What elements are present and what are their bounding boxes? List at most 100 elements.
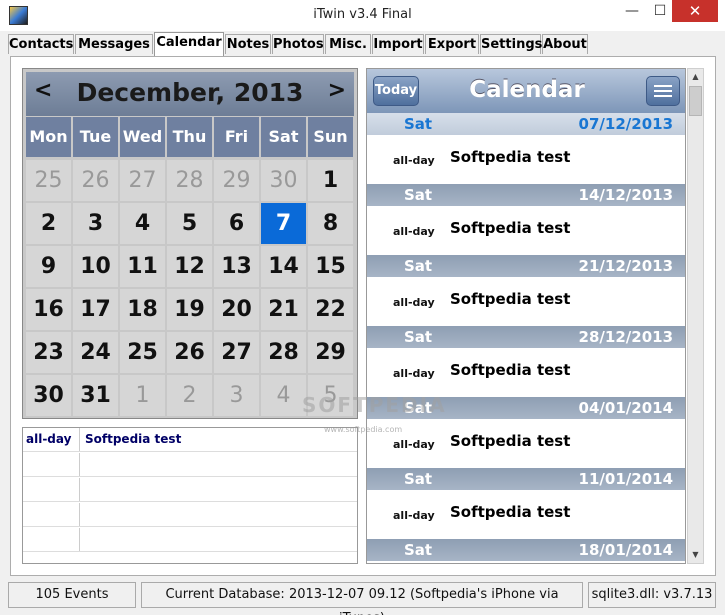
- day-cell[interactable]: 28: [261, 332, 306, 373]
- agenda-allday-label: all-day: [393, 509, 435, 522]
- day-cell[interactable]: 2: [167, 375, 212, 416]
- day-cell[interactable]: 17: [73, 289, 118, 330]
- agenda-date-header: Sat 07/12/2013: [367, 113, 685, 135]
- tab-contacts[interactable]: Contacts: [8, 34, 74, 54]
- day-cell[interactable]: 30: [26, 375, 71, 416]
- day-cell[interactable]: 6: [214, 203, 259, 244]
- event-time-cell: [23, 503, 80, 526]
- agenda-event-item[interactable]: all-day Softpedia test: [367, 419, 685, 468]
- day-cell[interactable]: 4: [120, 203, 165, 244]
- day-cell[interactable]: 27: [214, 332, 259, 373]
- close-button[interactable]: ✕: [672, 0, 718, 22]
- tab-about[interactable]: About: [542, 34, 588, 54]
- agenda-event-item[interactable]: all-day Softpedia test: [367, 277, 685, 326]
- agenda-event-title: Softpedia test: [450, 290, 571, 308]
- event-time-cell: all-day: [23, 428, 80, 451]
- agenda-section: Sat 11/01/2014 all-day Softpedia test: [367, 468, 685, 539]
- table-row[interactable]: [23, 478, 357, 502]
- tab-photos[interactable]: Photos: [272, 34, 324, 54]
- agenda-section: Sat 28/12/2013 all-day Softpedia test: [367, 326, 685, 397]
- agenda-date-header: Sat 14/12/2013: [367, 184, 685, 206]
- hamburger-menu-icon[interactable]: [646, 76, 680, 106]
- day-cell[interactable]: 1: [308, 160, 353, 201]
- scroll-down-arrow-icon[interactable]: ▼: [688, 547, 703, 563]
- day-cell[interactable]: 28: [167, 160, 212, 201]
- tab-export[interactable]: Export: [425, 34, 479, 54]
- day-cell[interactable]: 18: [120, 289, 165, 330]
- day-cell[interactable]: 13: [214, 246, 259, 287]
- agenda-event-title: Softpedia test: [450, 503, 571, 521]
- agenda-date: 21/12/2013: [578, 257, 673, 275]
- day-cell[interactable]: 26: [73, 160, 118, 201]
- day-cell[interactable]: 22: [308, 289, 353, 330]
- tab-messages[interactable]: Messages: [75, 34, 153, 54]
- agenda-allday-label: all-day: [393, 296, 435, 309]
- day-cell[interactable]: 25: [26, 160, 71, 201]
- day-cell[interactable]: 3: [214, 375, 259, 416]
- app-window: iTwin v3.4 Final — ☐ ✕ Contacts Messages C…: [0, 0, 725, 615]
- tab-import[interactable]: Import: [372, 34, 424, 54]
- table-row[interactable]: all-day Softpedia test: [23, 428, 357, 452]
- day-cell[interactable]: 25: [120, 332, 165, 373]
- tab-misc[interactable]: Misc.: [325, 34, 371, 54]
- table-row[interactable]: [23, 453, 357, 477]
- day-cell[interactable]: 5: [167, 203, 212, 244]
- day-cell[interactable]: 29: [214, 160, 259, 201]
- day-cell[interactable]: 10: [73, 246, 118, 287]
- agenda-weekday: Sat: [404, 257, 433, 275]
- agenda-event-item[interactable]: all-day Softpedia test: [367, 490, 685, 539]
- event-time-cell: [23, 453, 80, 476]
- day-cell[interactable]: 4: [261, 375, 306, 416]
- agenda-section: Sat 21/12/2013 all-day Softpedia test: [367, 255, 685, 326]
- agenda-date: 28/12/2013: [578, 328, 673, 346]
- tab-settings[interactable]: Settings: [480, 34, 542, 54]
- day-cell[interactable]: 21: [261, 289, 306, 330]
- day-cell[interactable]: 15: [308, 246, 353, 287]
- day-cell[interactable]: 11: [120, 246, 165, 287]
- day-cell[interactable]: 12: [167, 246, 212, 287]
- day-cell[interactable]: 14: [261, 246, 306, 287]
- month-header: < December, 2013 >: [26, 72, 354, 116]
- day-cell[interactable]: 3: [73, 203, 118, 244]
- agenda-date: 14/12/2013: [578, 186, 673, 204]
- agenda-section: Sat 07/12/2013 all-day Softpedia test: [367, 113, 685, 184]
- tab-notes[interactable]: Notes: [225, 34, 271, 54]
- selected-day-cell[interactable]: 7: [261, 203, 306, 244]
- day-cell[interactable]: 20: [214, 289, 259, 330]
- maximize-button[interactable]: ☐: [650, 0, 670, 22]
- table-row[interactable]: [23, 528, 357, 552]
- day-cell[interactable]: 23: [26, 332, 71, 373]
- agenda-date: 04/01/2014: [578, 399, 673, 417]
- agenda-scrollbar[interactable]: ▲ ▼: [687, 68, 704, 564]
- day-cell[interactable]: 29: [308, 332, 353, 373]
- day-cell[interactable]: 8: [308, 203, 353, 244]
- agenda-event-title: Softpedia test: [450, 432, 571, 450]
- day-cell[interactable]: 26: [167, 332, 212, 373]
- scroll-up-arrow-icon[interactable]: ▲: [688, 69, 703, 85]
- day-cell[interactable]: 27: [120, 160, 165, 201]
- agenda-event-item[interactable]: all-day Softpedia test: [367, 206, 685, 255]
- day-cell[interactable]: 9: [26, 246, 71, 287]
- agenda-allday-label: all-day: [393, 367, 435, 380]
- day-cell[interactable]: 30: [261, 160, 306, 201]
- next-month-button[interactable]: >: [328, 78, 346, 103]
- weekday-fri: Fri: [214, 117, 259, 157]
- agenda-event-item[interactable]: all-day Softpedia test: [367, 348, 685, 397]
- day-cell[interactable]: 2: [26, 203, 71, 244]
- weekday-wed: Wed: [120, 117, 165, 157]
- tab-calendar[interactable]: Calendar: [154, 32, 224, 56]
- day-cell[interactable]: 1: [120, 375, 165, 416]
- agenda-weekday: Sat: [404, 470, 433, 488]
- scroll-thumb[interactable]: [689, 86, 702, 116]
- weekday-sat: Sat: [261, 117, 306, 157]
- agenda-date: 11/01/2014: [578, 470, 673, 488]
- minimize-button[interactable]: —: [622, 0, 642, 22]
- agenda-event-item[interactable]: all-day Softpedia test: [367, 135, 685, 184]
- day-cell[interactable]: 16: [26, 289, 71, 330]
- day-cell[interactable]: 19: [167, 289, 212, 330]
- day-cell[interactable]: 31: [73, 375, 118, 416]
- agenda-allday-label: all-day: [393, 225, 435, 238]
- table-row[interactable]: [23, 503, 357, 527]
- day-cell[interactable]: 24: [73, 332, 118, 373]
- watermark-url: www.softpedia.com: [324, 425, 403, 434]
